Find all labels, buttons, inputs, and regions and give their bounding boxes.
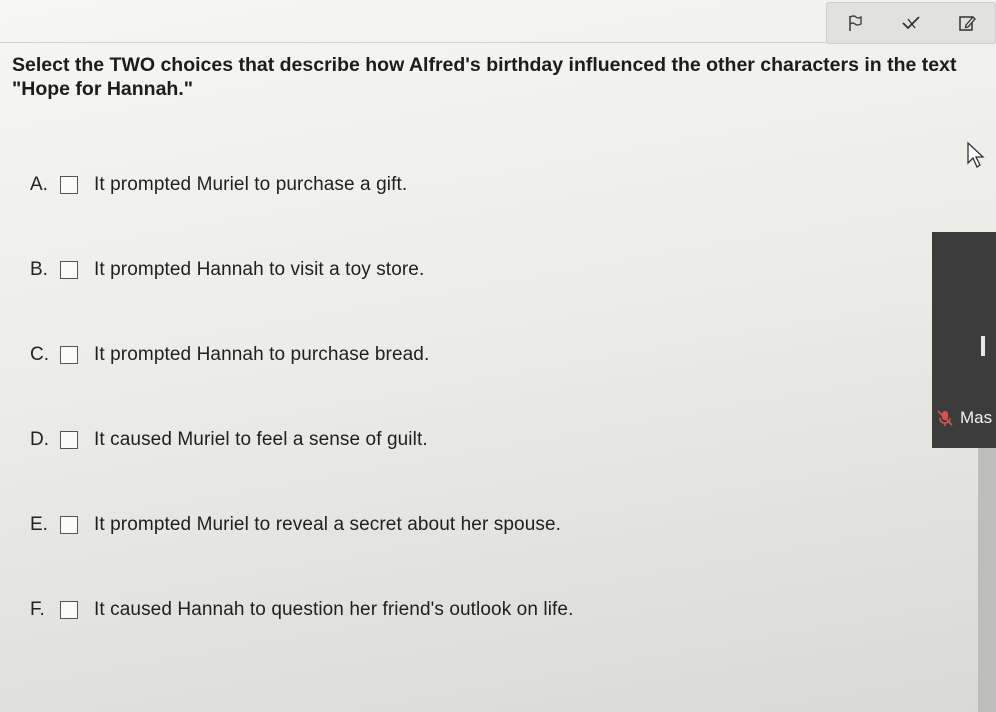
choice-e[interactable]: E. It prompted Muriel to reveal a secret… bbox=[30, 510, 830, 540]
choice-letter: F. bbox=[30, 599, 45, 620]
choice-a-checkbox[interactable] bbox=[60, 176, 78, 194]
choice-text: It prompted Muriel to reveal a secret ab… bbox=[94, 514, 562, 535]
question-prompt: Select the TWO choices that describe how… bbox=[12, 54, 957, 100]
choice-c-checkbox[interactable] bbox=[60, 346, 78, 364]
flag-button[interactable] bbox=[838, 9, 872, 37]
choice-d[interactable]: D. It caused Muriel to feel a sense of g… bbox=[30, 425, 830, 455]
side-panel-indicator bbox=[981, 336, 985, 356]
choice-f[interactable]: F. It caused Hannah to question her frie… bbox=[30, 595, 830, 625]
choice-letter: B. bbox=[30, 259, 48, 280]
choice-a[interactable]: A. It prompted Muriel to purchase a gift… bbox=[30, 170, 830, 200]
choice-f-checkbox[interactable] bbox=[60, 601, 78, 619]
mouse-cursor-icon bbox=[967, 141, 985, 168]
strikethrough-check-icon bbox=[902, 16, 920, 30]
edit-button[interactable] bbox=[950, 9, 984, 37]
flag-icon bbox=[849, 15, 862, 31]
muted-microphone-icon bbox=[937, 410, 953, 426]
choice-text: It caused Hannah to question her friend'… bbox=[94, 599, 574, 620]
side-panel-label: Mas bbox=[960, 408, 993, 427]
choice-text: It prompted Hannah to visit a toy store. bbox=[94, 259, 425, 280]
choice-letter: D. bbox=[30, 429, 49, 450]
right-edge-strip bbox=[978, 448, 996, 712]
choice-d-checkbox[interactable] bbox=[60, 431, 78, 449]
strikethrough-button[interactable] bbox=[894, 9, 928, 37]
choice-c[interactable]: C. It prompted Hannah to purchase bread. bbox=[30, 340, 830, 370]
answer-choices: A. It prompted Muriel to purchase a gift… bbox=[30, 170, 830, 680]
choice-b[interactable]: B. It prompted Hannah to visit a toy sto… bbox=[30, 255, 830, 285]
side-panel-button[interactable]: Mas bbox=[936, 408, 992, 428]
choice-b-checkbox[interactable] bbox=[60, 261, 78, 279]
choice-text: It prompted Muriel to purchase a gift. bbox=[94, 174, 408, 195]
choice-letter: C. bbox=[30, 344, 49, 365]
choice-letter: E. bbox=[30, 514, 48, 535]
choice-letter: A. bbox=[30, 174, 48, 195]
question-toolbar bbox=[826, 2, 996, 44]
choice-text: It caused Muriel to feel a sense of guil… bbox=[94, 429, 428, 450]
choice-text: It prompted Hannah to purchase bread. bbox=[94, 344, 430, 365]
choice-e-checkbox[interactable] bbox=[60, 516, 78, 534]
pencil-edit-icon bbox=[959, 16, 976, 31]
